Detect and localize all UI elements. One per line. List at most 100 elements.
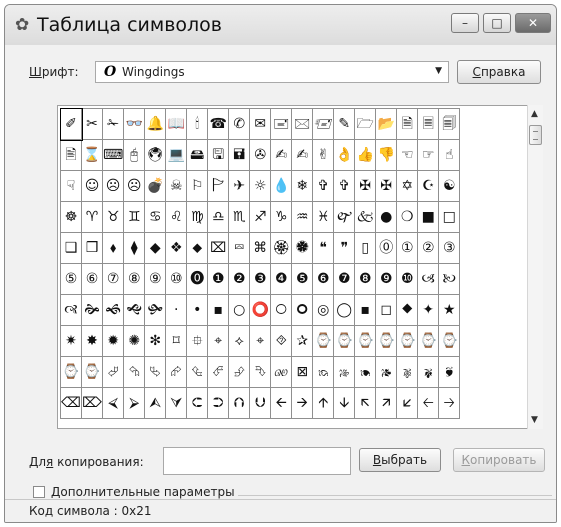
- glyph-cell[interactable]: ❾: [375, 263, 398, 295]
- glyph-cell[interactable]: 🖰: [123, 139, 146, 171]
- glyph-cell[interactable]: ⌚: [81, 356, 103, 388]
- glyph-cell[interactable]: 🡠: [417, 387, 440, 419]
- glyph-cell[interactable]: ✰: [291, 325, 314, 357]
- glyph-cell[interactable]: 🙢: [417, 263, 440, 295]
- glyph-cell[interactable]: ❒: [81, 232, 103, 264]
- glyph-cell[interactable]: ⌦: [81, 387, 103, 419]
- glyph-cell[interactable]: ⮷: [249, 356, 272, 388]
- glyph-cell[interactable]: ⮰: [101, 356, 125, 388]
- glyph-cell[interactable]: ☠: [165, 170, 188, 202]
- glyph-cell[interactable]: ❍: [396, 201, 419, 233]
- glyph-cell[interactable]: 🡪: [291, 387, 314, 419]
- glyph-cell[interactable]: ⓿: [186, 263, 209, 295]
- glyph-cell[interactable]: 🙣: [60, 294, 82, 326]
- glyph-cell[interactable]: 🙐: [270, 356, 293, 388]
- glyph-cell[interactable]: 🙔: [354, 356, 377, 388]
- glyph-cell[interactable]: ⯁: [396, 294, 419, 326]
- glyph-cell[interactable]: ♌: [165, 201, 188, 233]
- glyph-cell[interactable]: ❸: [249, 263, 272, 295]
- glyph-cell[interactable]: ✈: [228, 170, 251, 202]
- glyph-cell[interactable]: ⮊: [207, 387, 230, 419]
- glyph-cell[interactable]: ❹: [270, 263, 293, 295]
- maximize-button[interactable]: □: [483, 13, 511, 33]
- glyph-cell[interactable]: ♊: [123, 201, 146, 233]
- glyph-cell[interactable]: ❷: [228, 263, 251, 295]
- glyph-cell[interactable]: ☟: [60, 170, 82, 202]
- glyph-cell[interactable]: ①: [396, 232, 419, 264]
- glyph-cell[interactable]: 🙘: [438, 356, 461, 388]
- glyph-cell[interactable]: ⓪: [375, 232, 398, 264]
- glyph-cell[interactable]: 🙞: [81, 294, 103, 326]
- glyph-cell[interactable]: 🡨: [270, 387, 293, 419]
- glyph-cell[interactable]: ❖: [165, 232, 188, 264]
- glyph-cell[interactable]: ▪: [354, 294, 377, 326]
- glyph-cell[interactable]: ✞: [312, 170, 335, 202]
- title-bar[interactable]: ✿ Таблица символов – □ ✕: [5, 5, 556, 45]
- glyph-cell[interactable]: ⮳: [165, 356, 188, 388]
- glyph-cell[interactable]: ✹: [101, 325, 125, 357]
- glyph-cell[interactable]: ❝: [312, 232, 335, 264]
- glyph-cell[interactable]: 🙵: [354, 201, 377, 233]
- glyph-cell[interactable]: 🗎: [396, 108, 419, 140]
- glyph-cell[interactable]: ⌚: [312, 325, 335, 357]
- glyph-cell[interactable]: ✇: [249, 139, 272, 171]
- glyph-cell[interactable]: ✁: [101, 108, 125, 140]
- glyph-cell[interactable]: ⌚: [354, 325, 377, 357]
- glyph-cell[interactable]: 📂: [375, 108, 398, 140]
- glyph-cell[interactable]: ⮲: [123, 356, 146, 388]
- glyph-cell[interactable]: ⮙: [144, 387, 167, 419]
- glyph-cell[interactable]: ⌛: [81, 139, 103, 171]
- glyph-cell[interactable]: ⮱: [144, 356, 167, 388]
- help-button[interactable]: Справка: [457, 60, 541, 84]
- glyph-cell[interactable]: ⮈: [186, 387, 209, 419]
- glyph-cell[interactable]: ③: [438, 232, 461, 264]
- glyph-cell[interactable]: 📖: [165, 108, 188, 140]
- glyph-cell[interactable]: ☪: [417, 170, 440, 202]
- glyph-cell[interactable]: ●: [375, 201, 398, 233]
- glyph-cell[interactable]: ✍: [291, 139, 314, 171]
- glyph-cell[interactable]: 🞅: [270, 294, 293, 326]
- glyph-cell[interactable]: 🙓: [333, 356, 356, 388]
- glyph-cell[interactable]: ⯐: [186, 325, 209, 357]
- glyph-cell[interactable]: 🏵: [270, 232, 293, 264]
- glyph-cell[interactable]: ✡: [396, 170, 419, 202]
- glyph-cell[interactable]: 🏶: [291, 232, 314, 264]
- glyph-cell[interactable]: ⮉: [228, 387, 251, 419]
- glyph-cell[interactable]: ♈: [81, 201, 103, 233]
- scroll-thumb[interactable]: [529, 125, 542, 145]
- glyph-cell[interactable]: ⬧: [101, 232, 125, 264]
- glyph-cell[interactable]: ⌧: [207, 232, 230, 264]
- glyph-cell[interactable]: 🖅: [312, 108, 335, 140]
- glyph-cell[interactable]: ❞: [333, 232, 356, 264]
- glyph-cell[interactable]: ☹: [123, 170, 146, 202]
- glyph-cell[interactable]: ✻: [144, 325, 167, 357]
- glyph-cell[interactable]: ⮛: [165, 387, 188, 419]
- glyph-cell[interactable]: 🕯: [186, 108, 209, 140]
- glyph-cell[interactable]: 🡢: [438, 387, 461, 419]
- glyph-cell[interactable]: ⑩: [165, 263, 188, 295]
- glyph-cell[interactable]: ⑦: [101, 263, 125, 295]
- copy-input[interactable]: [163, 447, 351, 475]
- glyph-cell[interactable]: 🙖: [396, 356, 419, 388]
- glyph-cell[interactable]: ◆: [144, 232, 167, 264]
- glyph-cell[interactable]: ✦: [417, 294, 440, 326]
- glyph-cell[interactable]: 🡫: [333, 387, 356, 419]
- glyph-cell[interactable]: ⌫: [60, 387, 82, 419]
- glyph-cell[interactable]: 🔔: [144, 108, 167, 140]
- glyph-cell[interactable]: ♐: [249, 201, 272, 233]
- advanced-options-checkbox[interactable]: [33, 486, 45, 498]
- glyph-cell[interactable]: ✠: [375, 170, 398, 202]
- glyph-cell[interactable]: ♍: [186, 201, 209, 233]
- font-select[interactable]: O Wingdings ▼: [95, 61, 449, 83]
- glyph-cell[interactable]: ②: [417, 232, 440, 264]
- glyph-cell[interactable]: ⮶: [207, 356, 230, 388]
- glyph-cell[interactable]: ✌: [312, 139, 335, 171]
- glyph-cell[interactable]: ♋: [144, 201, 167, 233]
- glyph-cell[interactable]: ✍: [270, 139, 293, 171]
- glyph-cell[interactable]: ⊠: [291, 356, 314, 388]
- glyph-cell[interactable]: ⮋: [249, 387, 272, 419]
- glyph-cell[interactable]: ❺: [291, 263, 314, 295]
- glyph-cell[interactable]: 🙝: [123, 294, 146, 326]
- glyph-cell[interactable]: ⮴: [186, 356, 209, 388]
- glyph-cell[interactable]: ☺: [81, 170, 103, 202]
